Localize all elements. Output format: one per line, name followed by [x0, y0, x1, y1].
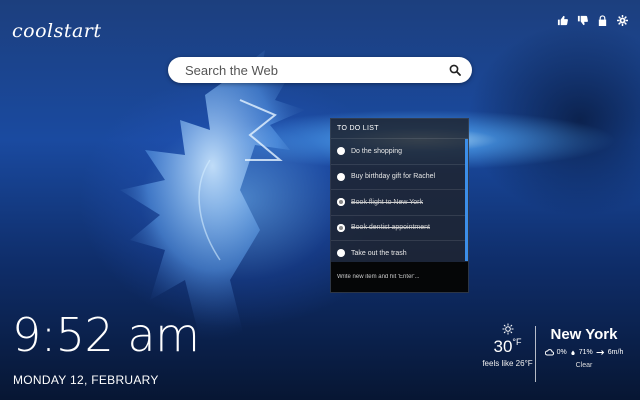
todo-list: Do the shopping Buy birthday gift for Ra…	[331, 139, 468, 263]
todo-item[interactable]: Do the shopping	[331, 139, 468, 165]
humidity-value: 71%	[578, 349, 593, 356]
todo-title: TO DO LIST	[331, 119, 468, 139]
todo-scrollbar[interactable]	[465, 139, 468, 261]
search-icon[interactable]	[448, 63, 462, 77]
todo-item[interactable]: Take out the trash	[331, 241, 468, 263]
feels-like: feels like 26°F	[482, 359, 533, 368]
thumbs-up-icon[interactable]	[556, 14, 568, 26]
todo-checkbox[interactable]	[337, 147, 345, 156]
todo-panel: TO DO LIST Do the shopping Buy birthday …	[330, 118, 469, 293]
clock-time: 9:52 am	[12, 308, 200, 362]
todo-checkbox[interactable]	[337, 172, 345, 181]
precip-value: 0%	[556, 349, 567, 356]
todo-item[interactable]: Book dentist appointment	[331, 216, 468, 241]
todo-item-label: Take out the trash	[351, 249, 407, 257]
wind-value: 6m/h	[607, 349, 624, 356]
todo-item-label: Buy birthday gift for Rachel	[351, 173, 436, 181]
todo-item[interactable]: Book flight to New York	[331, 190, 468, 216]
weather-condition: Clear	[575, 362, 593, 369]
humidity-drop-icon	[571, 350, 575, 356]
cloud-icon	[544, 349, 554, 356]
weather-stats: 0% 71% 6m/h	[538, 349, 630, 356]
todo-item[interactable]: Buy birthday gift for Rachel	[331, 165, 468, 190]
weather-widget[interactable]: 30°F feels like 26°F New York 0% 71% 6m/…	[480, 322, 640, 392]
sun-icon	[502, 322, 514, 335]
todo-new-item-input[interactable]	[331, 262, 468, 292]
coolstart-logo[interactable]: coolstart	[12, 20, 102, 42]
weather-divider	[535, 326, 536, 382]
wind-icon	[596, 350, 604, 355]
temperature: 30°F	[480, 337, 535, 356]
todo-checkbox[interactable]	[337, 223, 345, 232]
weather-location: New York 0% 71% 6m/h Clear	[538, 326, 630, 369]
todo-checkbox[interactable]	[337, 198, 345, 207]
thumbs-down-icon[interactable]	[576, 14, 588, 26]
city-name[interactable]: New York	[538, 326, 630, 343]
temperature-value: 30	[493, 337, 513, 356]
weather-current: 30°F feels like 26°F	[480, 322, 535, 368]
clock-date: MONDAY 12, FEBRUARY	[13, 373, 159, 387]
lock-icon[interactable]	[596, 14, 608, 26]
gear-icon[interactable]	[616, 14, 628, 26]
search-input[interactable]	[185, 62, 448, 78]
temperature-unit: °F	[512, 337, 522, 347]
todo-item-label: Do the shopping	[351, 147, 402, 155]
todo-item-label: Book dentist appointment	[351, 224, 430, 232]
todo-checkbox[interactable]	[337, 249, 345, 258]
top-toolbar	[556, 14, 628, 26]
search-bar[interactable]	[168, 57, 472, 83]
todo-item-label: Book flight to New York	[351, 198, 423, 206]
